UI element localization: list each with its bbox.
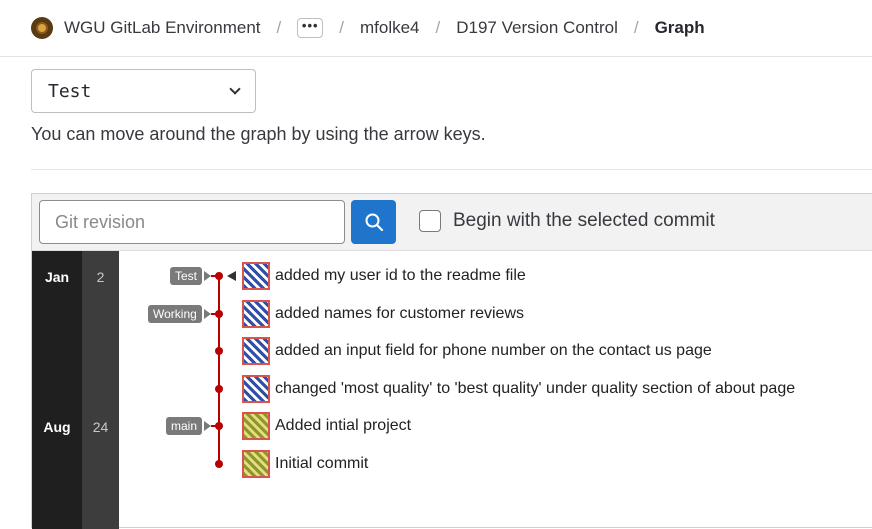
author-avatar — [242, 262, 270, 290]
commit-node[interactable] — [215, 460, 223, 468]
group-avatar-icon[interactable] — [31, 17, 53, 39]
ref-tag-arrow — [204, 271, 211, 281]
checkbox-label: Begin with the selected commit — [453, 210, 715, 231]
commit-node[interactable] — [215, 310, 223, 318]
day-label: 24 — [92, 419, 109, 435]
selected-commit-pointer-icon — [227, 271, 236, 281]
commit-node[interactable] — [215, 385, 223, 393]
commit-node[interactable] — [215, 272, 223, 280]
breadcrumb-expand-button[interactable]: ••• — [297, 18, 324, 38]
breadcrumb-user[interactable]: mfolke4 — [360, 18, 420, 38]
commit-message[interactable]: added my user id to the readme file — [275, 267, 526, 285]
begin-with-selected-commit-checkbox[interactable] — [419, 210, 441, 232]
ref-tag-working[interactable]: Working — [148, 305, 202, 323]
divider — [31, 169, 872, 170]
commit-graph-panel: Begin with the selected commit Jan Aug 2… — [31, 193, 872, 529]
ref-tag-main[interactable]: main — [166, 417, 203, 435]
ref-selector-dropdown[interactable]: Test — [31, 69, 256, 113]
commit-message[interactable]: added names for customer reviews — [275, 305, 524, 323]
breadcrumb-separator: / — [633, 18, 639, 37]
graph-toolbar: Begin with the selected commit — [32, 194, 872, 251]
commit-message[interactable]: added an input field for phone number on… — [275, 342, 712, 360]
search-button[interactable] — [351, 200, 396, 244]
month-label: Aug — [43, 419, 71, 435]
commit-node[interactable] — [215, 347, 223, 355]
day-column: 2 24 — [82, 251, 119, 529]
chevron-down-icon — [229, 83, 241, 95]
breadcrumb-separator: / — [435, 18, 441, 37]
author-avatar — [242, 450, 270, 478]
git-revision-input[interactable] — [39, 200, 345, 244]
search-icon — [365, 213, 383, 232]
breadcrumb-project[interactable]: D197 Version Control — [456, 18, 618, 38]
breadcrumb-current-page: Graph — [654, 18, 705, 37]
day-label: 2 — [96, 269, 105, 285]
commit-message[interactable]: changed 'most quality' to 'best quality'… — [275, 380, 795, 398]
author-avatar — [242, 300, 270, 328]
author-avatar — [242, 337, 270, 365]
ref-tag-arrow — [204, 421, 211, 431]
ref-tag-arrow — [204, 309, 211, 319]
graph-navigation-hint: You can move around the graph by using t… — [31, 124, 486, 144]
author-avatar — [242, 412, 270, 440]
breadcrumb: WGU GitLab Environment / ••• / mfolke4 /… — [0, 0, 872, 57]
ref-tag-test[interactable]: Test — [170, 267, 203, 285]
commit-graph[interactable]: Test added my user id to the readme file… — [119, 251, 872, 529]
breadcrumb-group[interactable]: WGU GitLab Environment — [64, 18, 261, 38]
month-label: Jan — [44, 269, 70, 285]
breadcrumb-separator: / — [276, 18, 282, 37]
author-avatar — [242, 375, 270, 403]
branch-line — [218, 276, 220, 465]
commit-message[interactable]: Initial commit — [275, 455, 368, 473]
ref-selector-value: Test — [48, 80, 92, 102]
commit-node[interactable] — [215, 422, 223, 430]
commit-message[interactable]: Added intial project — [275, 417, 411, 435]
begin-with-selected-commit-option[interactable]: Begin with the selected commit — [419, 210, 715, 232]
breadcrumb-separator: / — [339, 18, 344, 37]
month-column: Jan Aug — [32, 251, 82, 529]
